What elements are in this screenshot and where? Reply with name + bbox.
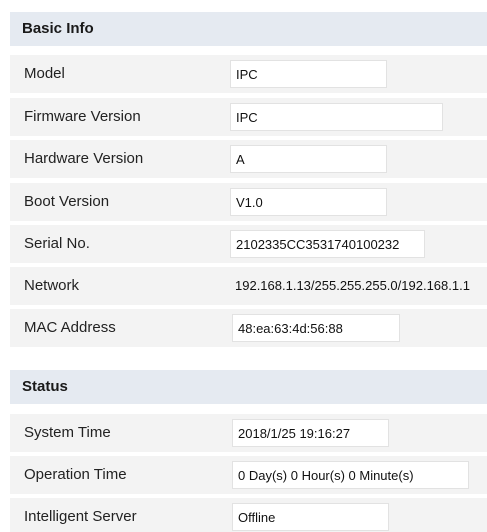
system-time-label: System Time xyxy=(24,424,111,441)
network-value: 192.168.1.13/255.255.255.0/192.168.1.1 xyxy=(235,278,470,293)
device-info-page: Basic Info Model IPC Firmware Version IP… xyxy=(0,0,487,532)
model-value: IPC xyxy=(230,60,387,88)
hardware-version-value: A xyxy=(230,145,387,173)
operation-time-value: 0 Day(s) 0 Hour(s) 0 Minute(s) xyxy=(232,461,469,489)
serial-no-value: 2102335CC3531740100232 xyxy=(230,230,425,258)
model-row: Model IPC xyxy=(10,55,487,93)
firmware-version-row: Firmware Version IPC xyxy=(10,98,487,136)
status-header: Status xyxy=(10,370,487,404)
serial-no-row: Serial No. 2102335CC3531740100232 xyxy=(10,225,487,263)
boot-version-row: Boot Version V1.0 xyxy=(10,183,487,221)
firmware-version-value: IPC xyxy=(230,103,443,131)
intelligent-server-value: Offline xyxy=(232,503,389,531)
network-label: Network xyxy=(24,277,80,294)
hardware-version-row: Hardware Version A xyxy=(10,140,487,178)
boot-version-label: Boot Version xyxy=(24,193,110,210)
intelligent-server-label: Intelligent Server xyxy=(24,508,137,525)
firmware-version-label: Firmware Version xyxy=(24,108,141,125)
serial-no-label: Serial No. xyxy=(24,235,90,252)
system-time-value: 2018/1/25 19:16:27 xyxy=(232,419,389,447)
hardware-version-label: Hardware Version xyxy=(24,150,144,167)
mac-address-row: MAC Address 48:ea:63:4d:56:88 xyxy=(10,309,487,347)
system-time-row: System Time 2018/1/25 19:16:27 xyxy=(10,414,487,452)
mac-address-value: 48:ea:63:4d:56:88 xyxy=(232,314,400,342)
boot-version-value: V1.0 xyxy=(230,188,387,216)
intelligent-server-row: Intelligent Server Offline xyxy=(10,498,487,532)
model-label: Model xyxy=(24,65,65,82)
operation-time-label: Operation Time xyxy=(24,466,127,483)
basic-info-header: Basic Info xyxy=(10,12,487,46)
mac-address-label: MAC Address xyxy=(24,319,116,336)
network-row: Network 192.168.1.13/255.255.255.0/192.1… xyxy=(10,267,487,305)
operation-time-row: Operation Time 0 Day(s) 0 Hour(s) 0 Minu… xyxy=(10,456,487,494)
